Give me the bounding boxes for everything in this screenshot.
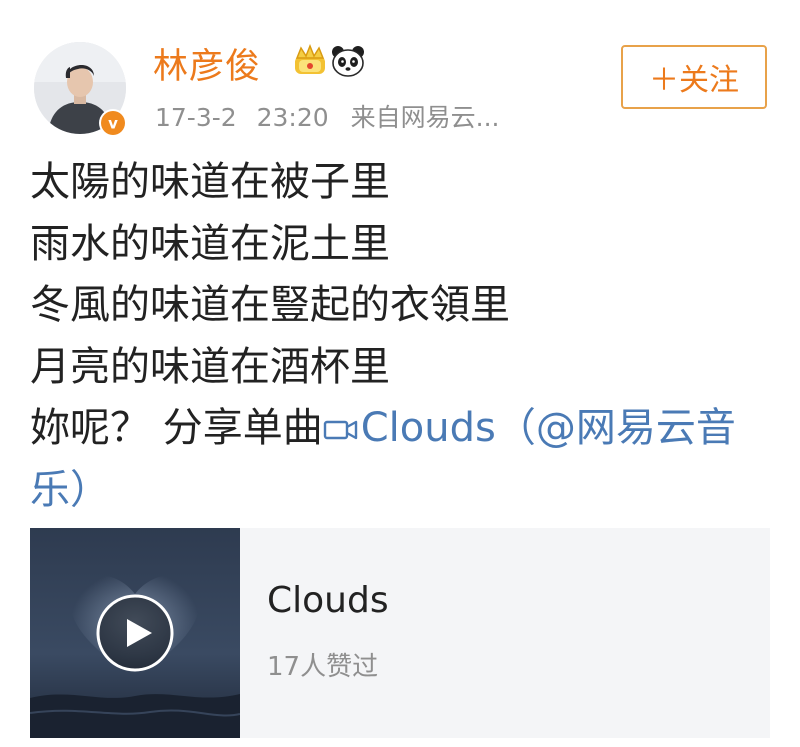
svg-text:v: v — [108, 115, 118, 133]
post-date: 17-3-2 — [155, 103, 237, 132]
song-title[interactable]: Clouds — [267, 580, 389, 621]
share-prefix: 妳呢？ 分享单曲 — [30, 405, 323, 451]
verified-v-icon: v — [99, 109, 127, 137]
username[interactable]: 林彦俊 — [153, 38, 261, 89]
avatar-container[interactable]: v — [34, 42, 127, 137]
music-card[interactable]: Clouds 17人赞过 — [30, 528, 770, 738]
post-line: 冬風的味道在豎起的衣領里 — [30, 282, 510, 328]
weibo-post: v 林彦俊 17-3-2 23:20 来自网易云... ＋关注 太陽的味道在被子… — [0, 0, 800, 747]
video-link-icon — [323, 420, 357, 440]
album-cover[interactable] — [30, 528, 240, 738]
post-time: 23:20 — [256, 103, 329, 132]
play-icon[interactable] — [94, 592, 176, 674]
follow-button[interactable]: ＋关注 — [621, 45, 767, 109]
post-line: 月亮的味道在酒杯里 — [30, 343, 390, 390]
like-count: 17人赞过 — [267, 652, 379, 682]
post-body: 太陽的味道在被子里 雨水的味道在泥土里 冬風的味道在豎起的衣領里 月亮的味道在酒… — [30, 152, 775, 521]
post-meta: 17-3-2 23:20 来自网易云... — [155, 98, 499, 134]
panda-icon — [332, 46, 364, 77]
post-share-line: 妳呢？ 分享单曲 Clouds（@网易云音乐） — [30, 398, 775, 521]
crown-icon — [295, 44, 325, 74]
post-line: 雨水的味道在泥土里 — [30, 220, 390, 267]
post-line: 太陽的味道在被子里 — [30, 159, 390, 205]
post-source[interactable]: 来自网易云... — [351, 103, 500, 132]
